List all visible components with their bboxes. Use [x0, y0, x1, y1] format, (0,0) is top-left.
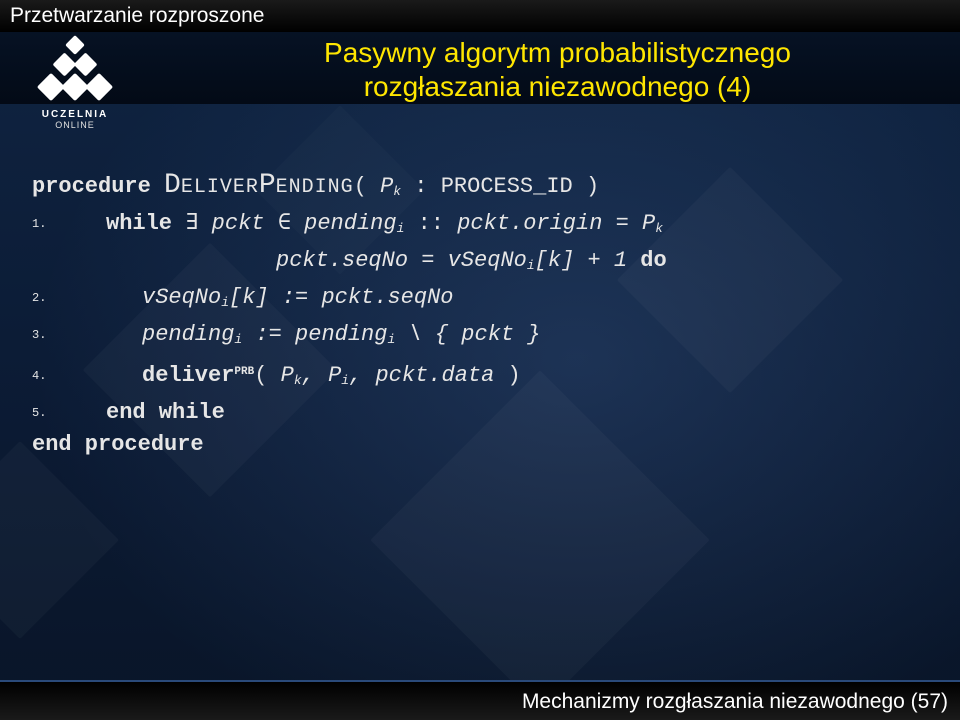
slide-title: Pasywny algorytm probabilistycznego rozg…: [175, 36, 940, 104]
footer-text: Mechanizmy rozgłaszania niezawodnego (57…: [522, 690, 948, 714]
expr: pckt.seqNo: [276, 248, 408, 273]
paren: (: [254, 363, 280, 388]
logo: UCZELNIA ONLINE: [20, 36, 130, 130]
sym-exists: ∃: [185, 211, 198, 236]
sup: PRB: [234, 366, 254, 378]
code-line: 4. deliverPRB( Pk, Pi, pckt.data ): [32, 356, 930, 397]
op: =: [602, 211, 642, 236]
logo-text-2: ONLINE: [20, 120, 130, 130]
sep: ,: [349, 363, 375, 388]
sym-in: ∈: [278, 211, 291, 236]
paren: (: [354, 174, 380, 199]
paren: ): [573, 174, 599, 199]
code-line: 5. end while: [32, 397, 930, 429]
op: \ {: [395, 322, 461, 347]
var: vSeqNo: [142, 285, 221, 310]
arg: P: [380, 174, 393, 199]
kw-endprocedure: end procedure: [32, 432, 204, 457]
sep: ::: [404, 211, 457, 236]
sub: i: [341, 373, 349, 388]
idx: [k]: [535, 248, 575, 273]
sub: k: [294, 373, 302, 388]
code-line: 1.while ∃ pckt ∈ pendingi :: pckt.origin…: [32, 208, 930, 245]
line-number: 5.: [32, 397, 66, 429]
sep: ,: [302, 363, 328, 388]
line-number: 3.: [32, 319, 66, 351]
bg-shape: [0, 441, 119, 639]
arg-sub: k: [393, 184, 401, 199]
code-line: end procedure: [32, 429, 930, 461]
op: =: [408, 248, 448, 273]
sub: i: [221, 295, 229, 310]
var: pending: [304, 211, 396, 236]
slide: Przetwarzanie rozproszone UCZELNIA ONLIN…: [0, 0, 960, 720]
course-header: Przetwarzanie rozproszone: [0, 0, 960, 32]
call: deliver: [142, 363, 234, 388]
sub: k: [655, 221, 663, 236]
op: }: [514, 322, 540, 347]
kw-endwhile: end while: [106, 400, 225, 425]
var: P: [281, 363, 294, 388]
kw-while: while: [106, 211, 172, 236]
op: :=: [242, 322, 295, 347]
op: + 1: [574, 248, 640, 273]
var: P: [642, 211, 655, 236]
var: pckt: [461, 322, 514, 347]
footer-bar: Mechanizmy rozgłaszania niezawodnego (57…: [0, 680, 960, 720]
code-block: procedure DELIVERPENDING( Pk : PROCESS_I…: [32, 170, 930, 461]
proc-name: D: [164, 170, 181, 201]
title-line-2: rozgłaszania niezawodnego (4): [364, 71, 752, 102]
sub: i: [527, 258, 535, 273]
proc-name: P: [259, 170, 276, 201]
var: pending: [142, 322, 234, 347]
idx: [k]: [229, 285, 269, 310]
title-line-1: Pasywny algorytm probabilistycznego: [324, 37, 791, 68]
code-line: 2. vSeqNoi[k] := pckt.seqNo: [32, 282, 930, 319]
expr: pckt.origin: [457, 211, 602, 236]
var: pckt: [212, 211, 265, 236]
expr: pckt.data: [375, 363, 494, 388]
var: P: [328, 363, 341, 388]
paren: ): [494, 363, 520, 388]
kw-do: do: [640, 248, 666, 273]
var: pending: [295, 322, 387, 347]
op: :=: [269, 285, 322, 310]
kw-procedure: procedure: [32, 174, 151, 199]
line-number: 2.: [32, 282, 66, 314]
code-line: 3.pendingi := pendingi \ { pckt }: [32, 319, 930, 356]
arg-type: PROCESS_ID: [441, 174, 573, 199]
logo-text-1: UCZELNIA: [20, 109, 130, 120]
line-number: 1.: [32, 208, 66, 240]
line-number: 4.: [32, 360, 66, 392]
var: vSeqNo: [448, 248, 527, 273]
sep: :: [401, 174, 441, 199]
expr: pckt.seqNo: [321, 285, 453, 310]
proc-name: ENDING: [276, 176, 354, 199]
code-line: procedure DELIVERPENDING( Pk : PROCESS_I…: [32, 170, 930, 208]
code-line: pckt.seqNo = vSeqNoi[k] + 1 do: [32, 245, 930, 282]
proc-name: ELIVER: [181, 176, 259, 199]
